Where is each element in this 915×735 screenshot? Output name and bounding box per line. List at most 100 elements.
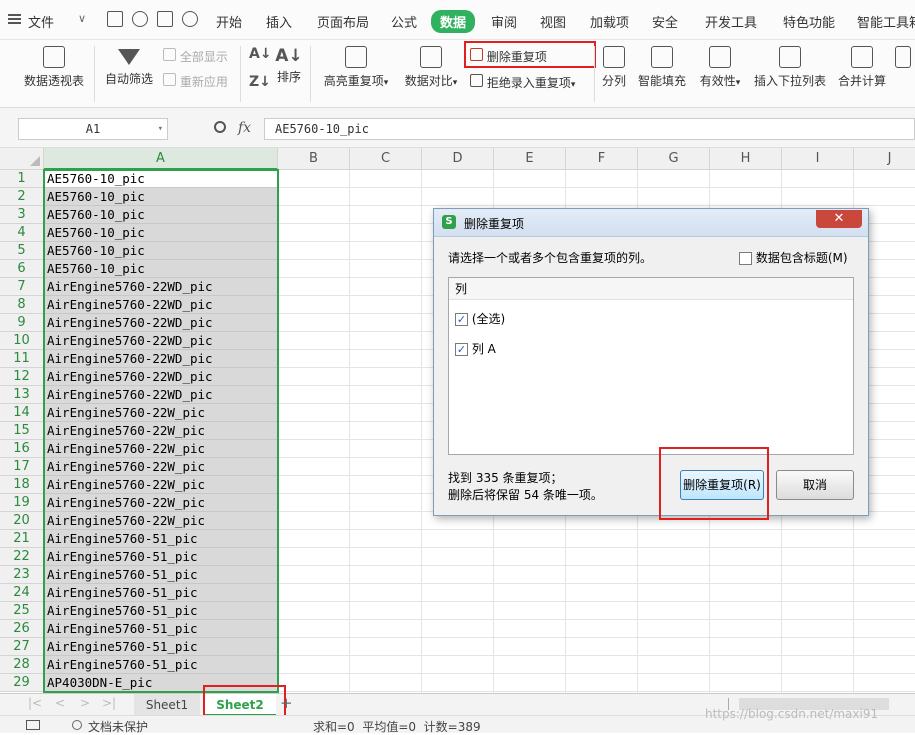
cell-a[interactable]: AE5760-10_pic [44, 260, 278, 278]
split-column-button[interactable]: 分列 [600, 46, 628, 91]
cell-a[interactable]: AirEngine5760-51_pic [44, 620, 278, 638]
row-header[interactable]: 27 [0, 638, 44, 656]
function-icon[interactable]: fx [238, 120, 251, 136]
pivot-table-button[interactable]: 数据透视表 [23, 46, 85, 91]
row-header[interactable]: 10 [0, 332, 44, 350]
cell-a[interactable]: AirEngine5760-22W_pic [44, 404, 278, 422]
row-header[interactable]: 13 [0, 386, 44, 404]
confirm-remove-button[interactable]: 删除重复项(R) [680, 470, 764, 500]
select-all-option[interactable]: ✓ (全选) [455, 310, 505, 327]
menu-view[interactable]: 视图 [540, 12, 566, 31]
menu-features[interactable]: 特色功能 [783, 12, 835, 31]
autofilter-button[interactable]: 自动筛选 [104, 46, 154, 90]
row-header[interactable]: 9 [0, 314, 44, 332]
header-checkbox[interactable]: 数据包含标题(M) [739, 249, 848, 266]
sort-desc-icon[interactable]: Z↓ [249, 74, 271, 90]
cell-a[interactable]: AirEngine5760-22W_pic [44, 512, 278, 530]
cell-a[interactable]: AirEngine5760-22WD_pic [44, 332, 278, 350]
cell-a[interactable]: AirEngine5760-22W_pic [44, 494, 278, 512]
cell-a[interactable]: AirEngine5760-51_pic [44, 566, 278, 584]
row-header[interactable]: 29 [0, 674, 44, 692]
cell-a[interactable]: AirEngine5760-22WD_pic [44, 296, 278, 314]
close-icon[interactable]: ✕ [816, 210, 862, 228]
menu-page-layout[interactable]: 页面布局 [317, 12, 369, 31]
format-painter-icon[interactable] [132, 11, 148, 27]
row-header[interactable]: 15 [0, 422, 44, 440]
reject-duplicates-button[interactable]: 拒绝录入重复项▾ [470, 74, 575, 91]
menu-data[interactable]: 数据 [431, 10, 476, 33]
save-icon[interactable] [107, 11, 123, 27]
cell-a[interactable]: AirEngine5760-51_pic [44, 638, 278, 656]
show-all-button[interactable]: 全部显示 [163, 48, 228, 65]
cell-a[interactable]: AirEngine5760-22W_pic [44, 458, 278, 476]
cell-a[interactable]: AirEngine5760-22W_pic [44, 440, 278, 458]
header-checkbox-box[interactable] [739, 252, 752, 265]
tab-nav-prev-icon[interactable]: < [55, 696, 65, 710]
validity-button[interactable]: 有效性▾ [696, 46, 744, 91]
menu-smart-tools[interactable]: 智能工具箱 [857, 12, 915, 31]
menu-security[interactable]: 安全 [652, 12, 678, 31]
column-header-h[interactable]: H [710, 148, 782, 170]
column-list[interactable]: 列 ✓ (全选) ✓ 列 A [448, 277, 854, 455]
row-header[interactable]: 19 [0, 494, 44, 512]
cell-a[interactable]: AE5760-10_pic [44, 170, 278, 188]
column-header-g[interactable]: G [638, 148, 710, 170]
column-header-c[interactable]: C [350, 148, 422, 170]
cell-a[interactable]: AirEngine5760-22WD_pic [44, 314, 278, 332]
row-header[interactable]: 25 [0, 602, 44, 620]
more-tools-icon[interactable] [895, 46, 911, 71]
column-a-checkbox[interactable]: ✓ [455, 343, 468, 356]
tab-sheet1[interactable]: Sheet1 [134, 694, 200, 716]
doc-protection-status[interactable]: 文档未保护 [88, 718, 148, 735]
row-header[interactable]: 12 [0, 368, 44, 386]
insert-dropdown-button[interactable]: 插入下拉列表 [752, 46, 828, 91]
row-header[interactable]: 6 [0, 260, 44, 278]
menu-home[interactable]: 开始 [216, 12, 242, 31]
row-header[interactable]: 16 [0, 440, 44, 458]
row-header[interactable]: 11 [0, 350, 44, 368]
cell-a[interactable]: AE5760-10_pic [44, 242, 278, 260]
cell-a[interactable]: AirEngine5760-22W_pic [44, 422, 278, 440]
row-header[interactable]: 17 [0, 458, 44, 476]
hamburger-icon[interactable] [8, 14, 21, 24]
print-icon[interactable] [157, 11, 173, 27]
cell-a[interactable]: AirEngine5760-22WD_pic [44, 350, 278, 368]
row-header[interactable]: 1 [0, 170, 44, 188]
merge-calc-button[interactable]: 合并计算 [836, 46, 888, 91]
cell-a[interactable]: AirEngine5760-51_pic [44, 602, 278, 620]
cell-a[interactable]: AE5760-10_pic [44, 188, 278, 206]
tab-nav-next-icon[interactable]: > [80, 696, 90, 710]
row-header[interactable]: 24 [0, 584, 44, 602]
row-header[interactable]: 21 [0, 530, 44, 548]
cell-a[interactable]: AE5760-10_pic [44, 206, 278, 224]
column-a-option[interactable]: ✓ 列 A [455, 340, 496, 357]
row-header[interactable]: 3 [0, 206, 44, 224]
row-header[interactable]: 18 [0, 476, 44, 494]
cell-a[interactable]: AirEngine5760-22WD_pic [44, 386, 278, 404]
cell-a[interactable]: AE5760-10_pic [44, 224, 278, 242]
data-compare-button[interactable]: 数据对比▾ [400, 46, 462, 91]
cell-a[interactable]: AirEngine5760-22WD_pic [44, 368, 278, 386]
row-header[interactable]: 4 [0, 224, 44, 242]
chevron-down-icon[interactable]: ▾ [158, 119, 163, 139]
file-menu[interactable]: 文件 [28, 12, 54, 31]
cancel-button[interactable]: 取消 [776, 470, 854, 500]
zoom-search-icon[interactable] [214, 121, 226, 133]
column-header-a[interactable]: A [44, 148, 278, 170]
remove-duplicates-button[interactable]: 删除重复项 [470, 48, 547, 65]
formula-input[interactable]: AE5760-10_pic [264, 118, 915, 140]
add-sheet-icon[interactable]: + [280, 694, 293, 712]
cell-a[interactable]: AirEngine5760-51_pic [44, 584, 278, 602]
cell-a[interactable]: AirEngine5760-51_pic [44, 548, 278, 566]
select-all-corner[interactable] [0, 148, 44, 170]
row-header[interactable]: 8 [0, 296, 44, 314]
menu-review[interactable]: 审阅 [491, 12, 517, 31]
menu-developer[interactable]: 开发工具 [705, 12, 757, 31]
row-header[interactable]: 5 [0, 242, 44, 260]
smart-fill-button[interactable]: 智能填充 [636, 46, 688, 91]
column-header-d[interactable]: D [422, 148, 494, 170]
row-header[interactable]: 23 [0, 566, 44, 584]
row-header[interactable]: 7 [0, 278, 44, 296]
row-header[interactable]: 20 [0, 512, 44, 530]
select-all-checkbox[interactable]: ✓ [455, 313, 468, 326]
